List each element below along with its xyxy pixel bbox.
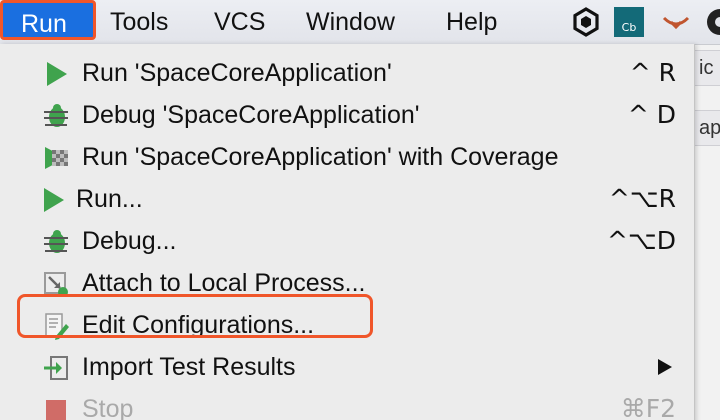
shortcut-label: ^ R [629,58,676,87]
shortcut-label: ⌘F2 [620,394,676,420]
menu-tools[interactable]: Tools [96,0,182,44]
editor-tab-peek[interactable]: ic [694,50,720,86]
menu-item-label: Run 'SpaceCoreApplication' with Coverage [82,143,559,171]
menu-item-label: Debug 'SpaceCoreApplication' [82,101,420,129]
run-menu-dropdown: Run 'SpaceCoreApplication' ^ R Debug 'Sp… [0,44,695,420]
menu-item-run-app[interactable]: Run 'SpaceCoreApplication' ^ R [0,52,694,94]
menu-item-label: Run... [76,185,143,213]
menu-item-debug-app[interactable]: Debug 'SpaceCoreApplication' ^ D [0,94,694,136]
menu-item-import-test-results[interactable]: Import Test Results [0,346,694,388]
menu-item-label: Import Test Results [82,353,296,381]
screen: ic ap Run Tools VCS Window Help Cb Run '… [0,0,720,420]
debug-icon [44,230,68,253]
menu-item-run-ellipsis[interactable]: Run... ^⌥R [0,178,694,220]
menu-window[interactable]: Window [292,0,409,44]
cb-icon[interactable]: Cb [614,7,644,37]
jetbrains-toolbox-icon[interactable] [570,6,602,38]
menu-bar: Run Tools VCS Window Help Cb [0,0,720,45]
shortcut-label: ^⌥R [608,184,676,213]
stop-icon [46,400,66,420]
menu-item-label: Stop [82,395,134,420]
run-icon [47,62,67,86]
debug-icon [44,104,68,127]
menu-item-run-coverage[interactable]: Run 'SpaceCoreApplication' with Coverage [0,136,694,178]
menu-item-stop[interactable]: Stop ⌘F2 [0,388,694,420]
menu-item-debug-ellipsis[interactable]: Debug... ^⌥D [0,220,694,262]
wifi-icon[interactable] [660,6,692,38]
editor-tab-peek[interactable]: ap [694,110,720,146]
import-icon [44,356,68,380]
menu-help[interactable]: Help [432,0,511,44]
chrome-icon[interactable] [704,6,720,38]
run-icon [44,188,64,212]
annotation-highlight [17,294,373,338]
shortcut-label: ^ D [627,100,676,129]
menu-run[interactable]: Run [0,0,96,40]
coverage-icon [45,147,68,169]
shortcut-label: ^⌥D [606,226,676,255]
submenu-arrow-icon [658,359,672,375]
menu-vcs[interactable]: VCS [200,0,279,44]
menu-item-label: Run 'SpaceCoreApplication' [82,59,392,87]
menu-item-label: Debug... [82,227,177,255]
